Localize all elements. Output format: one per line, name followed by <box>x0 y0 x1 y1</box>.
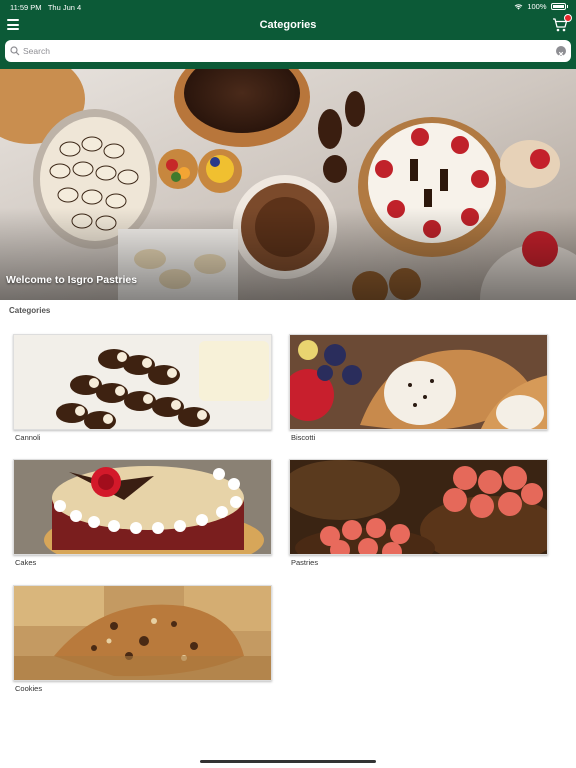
search-icon <box>10 46 20 56</box>
category-label: Pastries <box>291 558 319 567</box>
status-right: 100% <box>514 2 568 11</box>
status-time: 11:59 PM Thu Jun 4 <box>10 3 81 12</box>
status-time-text: 11:59 PM <box>10 3 42 12</box>
hero-image <box>0 69 576 300</box>
category-image-pastries <box>289 459 548 555</box>
home-indicator[interactable] <box>200 760 376 763</box>
page-title: Categories <box>259 19 317 31</box>
category-label: Biscotti <box>291 433 316 442</box>
cart-icon[interactable] <box>552 14 572 33</box>
header: 11:59 PM Thu Jun 4 100% Categories <box>0 0 576 69</box>
section-label: Categories <box>9 306 51 315</box>
category-image-cannoli <box>13 334 272 430</box>
clear-search-icon[interactable] <box>556 46 566 57</box>
status-date-text: Thu Jun 4 <box>47 3 82 12</box>
category-image-cookies <box>13 585 272 681</box>
battery-icon <box>550 3 566 10</box>
category-tile-cannoli[interactable]: Cannoli <box>13 334 272 442</box>
battery-percent: 100% <box>527 2 547 11</box>
hero-caption: Welcome to Isgro Pastries <box>6 274 138 286</box>
search-input[interactable] <box>23 46 543 56</box>
category-tile-pastries[interactable]: Pastries <box>289 459 548 567</box>
wifi-icon <box>514 4 523 10</box>
cart-badge <box>564 14 572 22</box>
category-label: Cakes <box>15 558 37 567</box>
search-bar[interactable] <box>5 40 571 62</box>
category-tile-cookies[interactable]: Cookies <box>13 585 272 693</box>
category-image-cakes <box>13 459 272 555</box>
category-label: Cookies <box>15 684 43 693</box>
status-bar: 11:59 PM Thu Jun 4 100% <box>0 0 576 14</box>
category-tile-biscotti[interactable]: Biscotti <box>289 334 548 442</box>
category-image-biscotti <box>289 334 548 430</box>
app-root: 11:59 PM Thu Jun 4 100% Categories Searc… <box>0 0 576 768</box>
category-tile-cakes[interactable]: Cakes <box>13 459 272 567</box>
battery-tip <box>566 5 568 8</box>
hero-banner[interactable]: Welcome to Isgro Pastries <box>0 69 576 300</box>
category-label: Cannoli <box>15 433 41 442</box>
